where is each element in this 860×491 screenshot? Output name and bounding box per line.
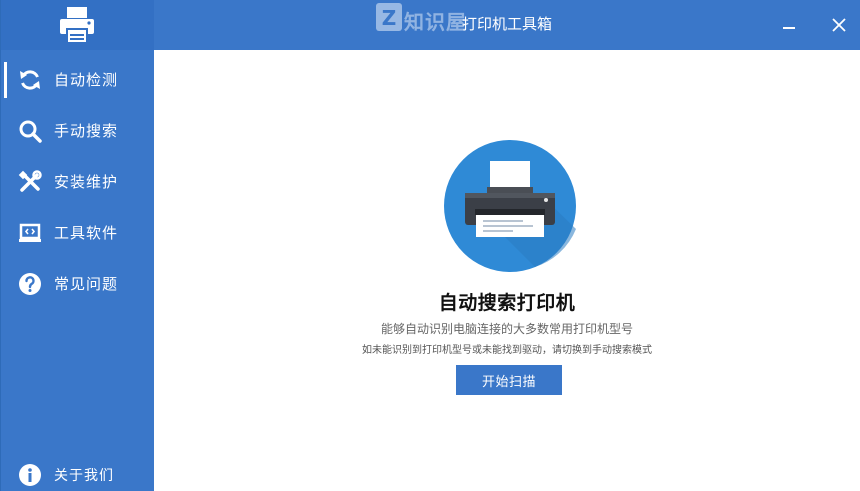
main-panel: 自动搜索打印机 能够自动识别电脑连接的大多数常用打印机型号 如未能识别到打印机型… — [154, 50, 860, 491]
title-bar: Z 知识屋 打印机工具箱 — [154, 0, 860, 50]
description-primary: 能够自动识别电脑连接的大多数常用打印机型号 — [380, 322, 633, 336]
laptop-code-icon — [17, 220, 43, 246]
sidebar: 自动检测 手动搜索 安装维护 工具软件 常见问题 关于我们 — [0, 0, 154, 491]
close-icon — [832, 18, 846, 32]
sidebar-item-auto-detect[interactable]: 自动检测 — [0, 54, 154, 105]
app-logo — [0, 0, 154, 50]
tools-icon — [17, 169, 43, 195]
sidebar-item-label: 关于我们 — [54, 468, 114, 484]
refresh-icon — [17, 67, 43, 93]
start-scan-button[interactable]: 开始扫描 — [456, 365, 562, 395]
sidebar-nav: 自动检测 手动搜索 安装维护 工具软件 常见问题 — [0, 54, 154, 309]
sidebar-item-label: 手动搜索 — [54, 122, 119, 140]
sidebar-item-label: 安装维护 — [54, 173, 119, 191]
minimize-button[interactable] — [774, 10, 804, 40]
window-title: 打印机工具箱 — [461, 15, 552, 33]
close-button[interactable] — [824, 10, 854, 40]
page-heading: 自动搜索打印机 — [438, 292, 576, 314]
help-icon — [17, 271, 43, 297]
sidebar-item-label: 工具软件 — [54, 224, 119, 242]
minimize-icon — [783, 27, 795, 29]
sidebar-item-manual-search[interactable]: 手动搜索 — [0, 105, 154, 156]
app-window: 自动检测 手动搜索 安装维护 工具软件 常见问题 关于我们 Z 知识屋 打印机工… — [0, 0, 860, 491]
printer-hero-icon — [444, 140, 576, 272]
search-icon — [17, 118, 43, 144]
sidebar-item-tool-software[interactable]: 工具软件 — [0, 207, 154, 258]
sidebar-item-label: 常见问题 — [54, 275, 119, 293]
info-icon — [17, 462, 43, 488]
sidebar-item-label: 自动检测 — [54, 71, 119, 89]
printer-illustration — [443, 139, 577, 273]
printer-icon — [60, 7, 94, 44]
description-secondary: 如未能识别到打印机型号或未能找到驱动，请切换到手动搜索模式 — [362, 345, 652, 356]
sidebar-item-about[interactable]: 关于我们 — [0, 450, 154, 491]
sidebar-item-faq[interactable]: 常见问题 — [0, 258, 154, 309]
window-edge — [0, 0, 1, 491]
sidebar-item-install-maintain[interactable]: 安装维护 — [0, 156, 154, 207]
